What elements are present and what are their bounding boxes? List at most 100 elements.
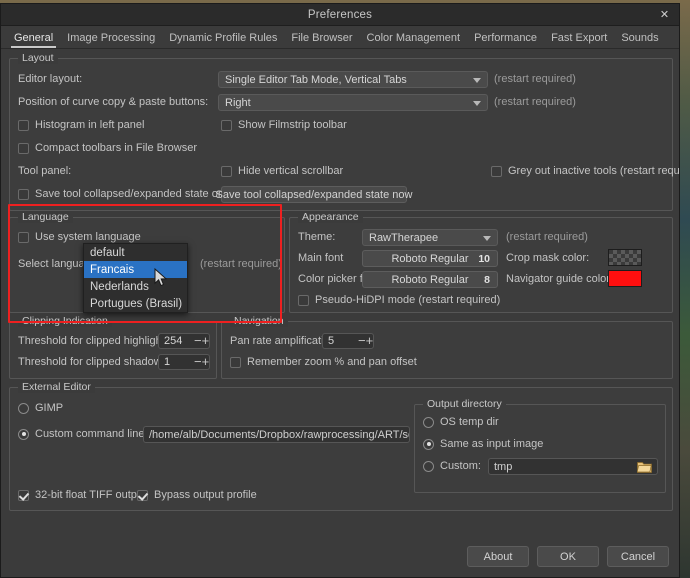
hide-vertical-scrollbar-checkbox[interactable]: Hide vertical scrollbar	[221, 165, 343, 177]
save-state-now-label: Save tool collapsed/expanded state now	[216, 189, 413, 201]
tab-performance[interactable]: Performance	[467, 30, 544, 48]
clipped-shadows-label: Threshold for clipped shadows:	[18, 356, 170, 368]
increment-icon[interactable]: +	[202, 355, 210, 369]
cancel-label: Cancel	[621, 551, 655, 563]
increment-icon[interactable]: +	[366, 334, 374, 348]
same-as-input-radio[interactable]: Same as input image	[423, 438, 543, 450]
decrement-icon[interactable]: −	[358, 334, 366, 348]
tiff-output-label: 32-bit float TIFF output	[35, 489, 146, 501]
tab-general[interactable]: General	[7, 30, 60, 48]
navigator-guide-color-label: Navigator guide color:	[506, 273, 613, 285]
tab-image-processing[interactable]: Image Processing	[60, 30, 162, 48]
clipped-shadows-value: 1	[159, 356, 194, 368]
language-dropdown-popup[interactable]: default Francais Nederlands Portugues (B…	[83, 243, 188, 313]
close-icon[interactable]: ✕	[657, 7, 672, 22]
checkbox-icon	[137, 490, 148, 501]
grey-out-inactive-tools-checkbox[interactable]: Grey out inactive tools (restart require…	[491, 165, 680, 177]
custom-directory-radio[interactable]: Custom:	[423, 460, 481, 472]
clipped-shadows-stepper[interactable]: 1 − +	[158, 354, 210, 370]
remember-zoom-checkbox[interactable]: Remember zoom % and pan offset	[230, 356, 417, 368]
external-editor-section: External Editor GIMP Custom command line…	[9, 387, 673, 511]
custom-command-radio[interactable]: Custom command line:	[18, 428, 148, 440]
clipped-highlights-value: 254	[159, 335, 194, 347]
folder-icon[interactable]	[637, 461, 652, 473]
decrement-icon[interactable]: −	[194, 334, 202, 348]
about-button[interactable]: About	[467, 546, 529, 567]
custom-command-input[interactable]: /home/alb/Documents/Dropbox/rawprocessin…	[143, 426, 410, 443]
select-language-note: (restart required)	[200, 258, 282, 270]
curve-position-combo[interactable]: Right	[218, 94, 488, 111]
histogram-left-panel-checkbox[interactable]: Histogram in left panel	[18, 119, 144, 131]
decrement-icon[interactable]: −	[194, 355, 202, 369]
tool-panel-label: Tool panel:	[18, 165, 71, 177]
tab-fast-export[interactable]: Fast Export	[544, 30, 614, 48]
tab-file-browser[interactable]: File Browser	[284, 30, 359, 48]
curve-position-label: Position of curve copy & paste buttons:	[18, 96, 208, 108]
theme-note: (restart required)	[506, 231, 588, 243]
language-option-default[interactable]: default	[84, 244, 187, 261]
custom-directory-input[interactable]: tmp	[488, 458, 658, 475]
checkbox-icon	[18, 143, 29, 154]
crop-mask-color-swatch[interactable]	[608, 249, 642, 266]
compact-toolbars-label: Compact toolbars in File Browser	[35, 142, 197, 154]
editor-layout-value: Single Editor Tab Mode, Vertical Tabs	[225, 74, 407, 86]
clipped-highlights-stepper[interactable]: 254 − +	[158, 333, 210, 349]
bypass-output-profile-label: Bypass output profile	[154, 489, 257, 501]
pseudo-hidpi-checkbox[interactable]: Pseudo-HiDPI mode (restart required)	[298, 294, 500, 306]
tab-color-management[interactable]: Color Management	[360, 30, 468, 48]
layout-section: Layout Editor layout: Single Editor Tab …	[9, 58, 673, 211]
tab-dynamic-profile-rules[interactable]: Dynamic Profile Rules	[162, 30, 284, 48]
tiff-output-checkbox[interactable]: 32-bit float TIFF output	[18, 489, 146, 501]
use-system-language-checkbox[interactable]: Use system language	[18, 231, 141, 243]
ok-button[interactable]: OK	[537, 546, 599, 567]
radio-icon	[423, 461, 434, 472]
checkbox-icon	[18, 490, 29, 501]
save-state-on-exit-checkbox[interactable]: Save tool collapsed/expanded state on ex…	[18, 188, 244, 200]
chevron-down-icon	[473, 78, 481, 83]
dialog-footer: About OK Cancel	[467, 546, 669, 567]
pan-rate-stepper[interactable]: 5 − +	[322, 333, 374, 349]
editor-layout-note: (restart required)	[494, 73, 576, 85]
language-option-portugues[interactable]: Portugues (Brasil)	[84, 295, 187, 312]
tab-bar: General Image Processing Dynamic Profile…	[1, 26, 679, 49]
os-temp-dir-radio[interactable]: OS temp dir	[423, 416, 499, 428]
bypass-output-profile-checkbox[interactable]: Bypass output profile	[137, 489, 257, 501]
checkbox-icon	[230, 357, 241, 368]
main-font-value: Roboto Regular	[391, 253, 468, 265]
compact-toolbars-checkbox[interactable]: Compact toolbars in File Browser	[18, 142, 197, 154]
hide-vertical-scrollbar-label: Hide vertical scrollbar	[238, 165, 343, 177]
editor-layout-combo[interactable]: Single Editor Tab Mode, Vertical Tabs	[218, 71, 488, 88]
curve-position-value: Right	[225, 97, 251, 109]
save-state-now-button[interactable]: Save tool collapsed/expanded state now	[221, 186, 407, 203]
gimp-radio[interactable]: GIMP	[18, 402, 63, 414]
checkbox-icon	[18, 189, 29, 200]
color-picker-font-button[interactable]: Roboto Regular 8	[362, 271, 498, 288]
navigation-section: Navigation Pan rate amplification: 5 − +…	[221, 321, 673, 379]
radio-icon	[423, 417, 434, 428]
custom-command-label: Custom command line:	[35, 428, 148, 440]
radio-icon	[423, 439, 434, 450]
histogram-left-panel-label: Histogram in left panel	[35, 119, 144, 131]
show-filmstrip-checkbox[interactable]: Show Filmstrip toolbar	[221, 119, 347, 131]
tab-sounds[interactable]: Sounds	[614, 30, 665, 48]
checkbox-icon	[298, 295, 309, 306]
checkbox-icon	[18, 120, 29, 131]
theme-combo[interactable]: RawTherapee	[362, 229, 498, 246]
color-picker-font-value: Roboto Regular	[391, 274, 468, 286]
language-option-nederlands[interactable]: Nederlands	[84, 278, 187, 295]
show-filmstrip-label: Show Filmstrip toolbar	[238, 119, 347, 131]
checkbox-icon	[18, 232, 29, 243]
radio-icon	[18, 403, 29, 414]
main-font-button[interactable]: Roboto Regular 10	[362, 250, 498, 267]
appearance-section: Appearance Theme: RawTherapee (restart r…	[289, 217, 673, 313]
language-option-francais[interactable]: Francais	[84, 261, 187, 278]
custom-directory-value: tmp	[494, 461, 512, 473]
curve-position-note: (restart required)	[494, 96, 576, 108]
increment-icon[interactable]: +	[202, 334, 210, 348]
output-directory-legend: Output directory	[423, 398, 506, 410]
theme-label: Theme:	[298, 231, 335, 243]
clipping-indication-section: Clipping Indication Threshold for clippe…	[9, 321, 217, 379]
pan-rate-value: 5	[323, 335, 358, 347]
cancel-button[interactable]: Cancel	[607, 546, 669, 567]
navigator-guide-color-swatch[interactable]	[608, 270, 642, 287]
